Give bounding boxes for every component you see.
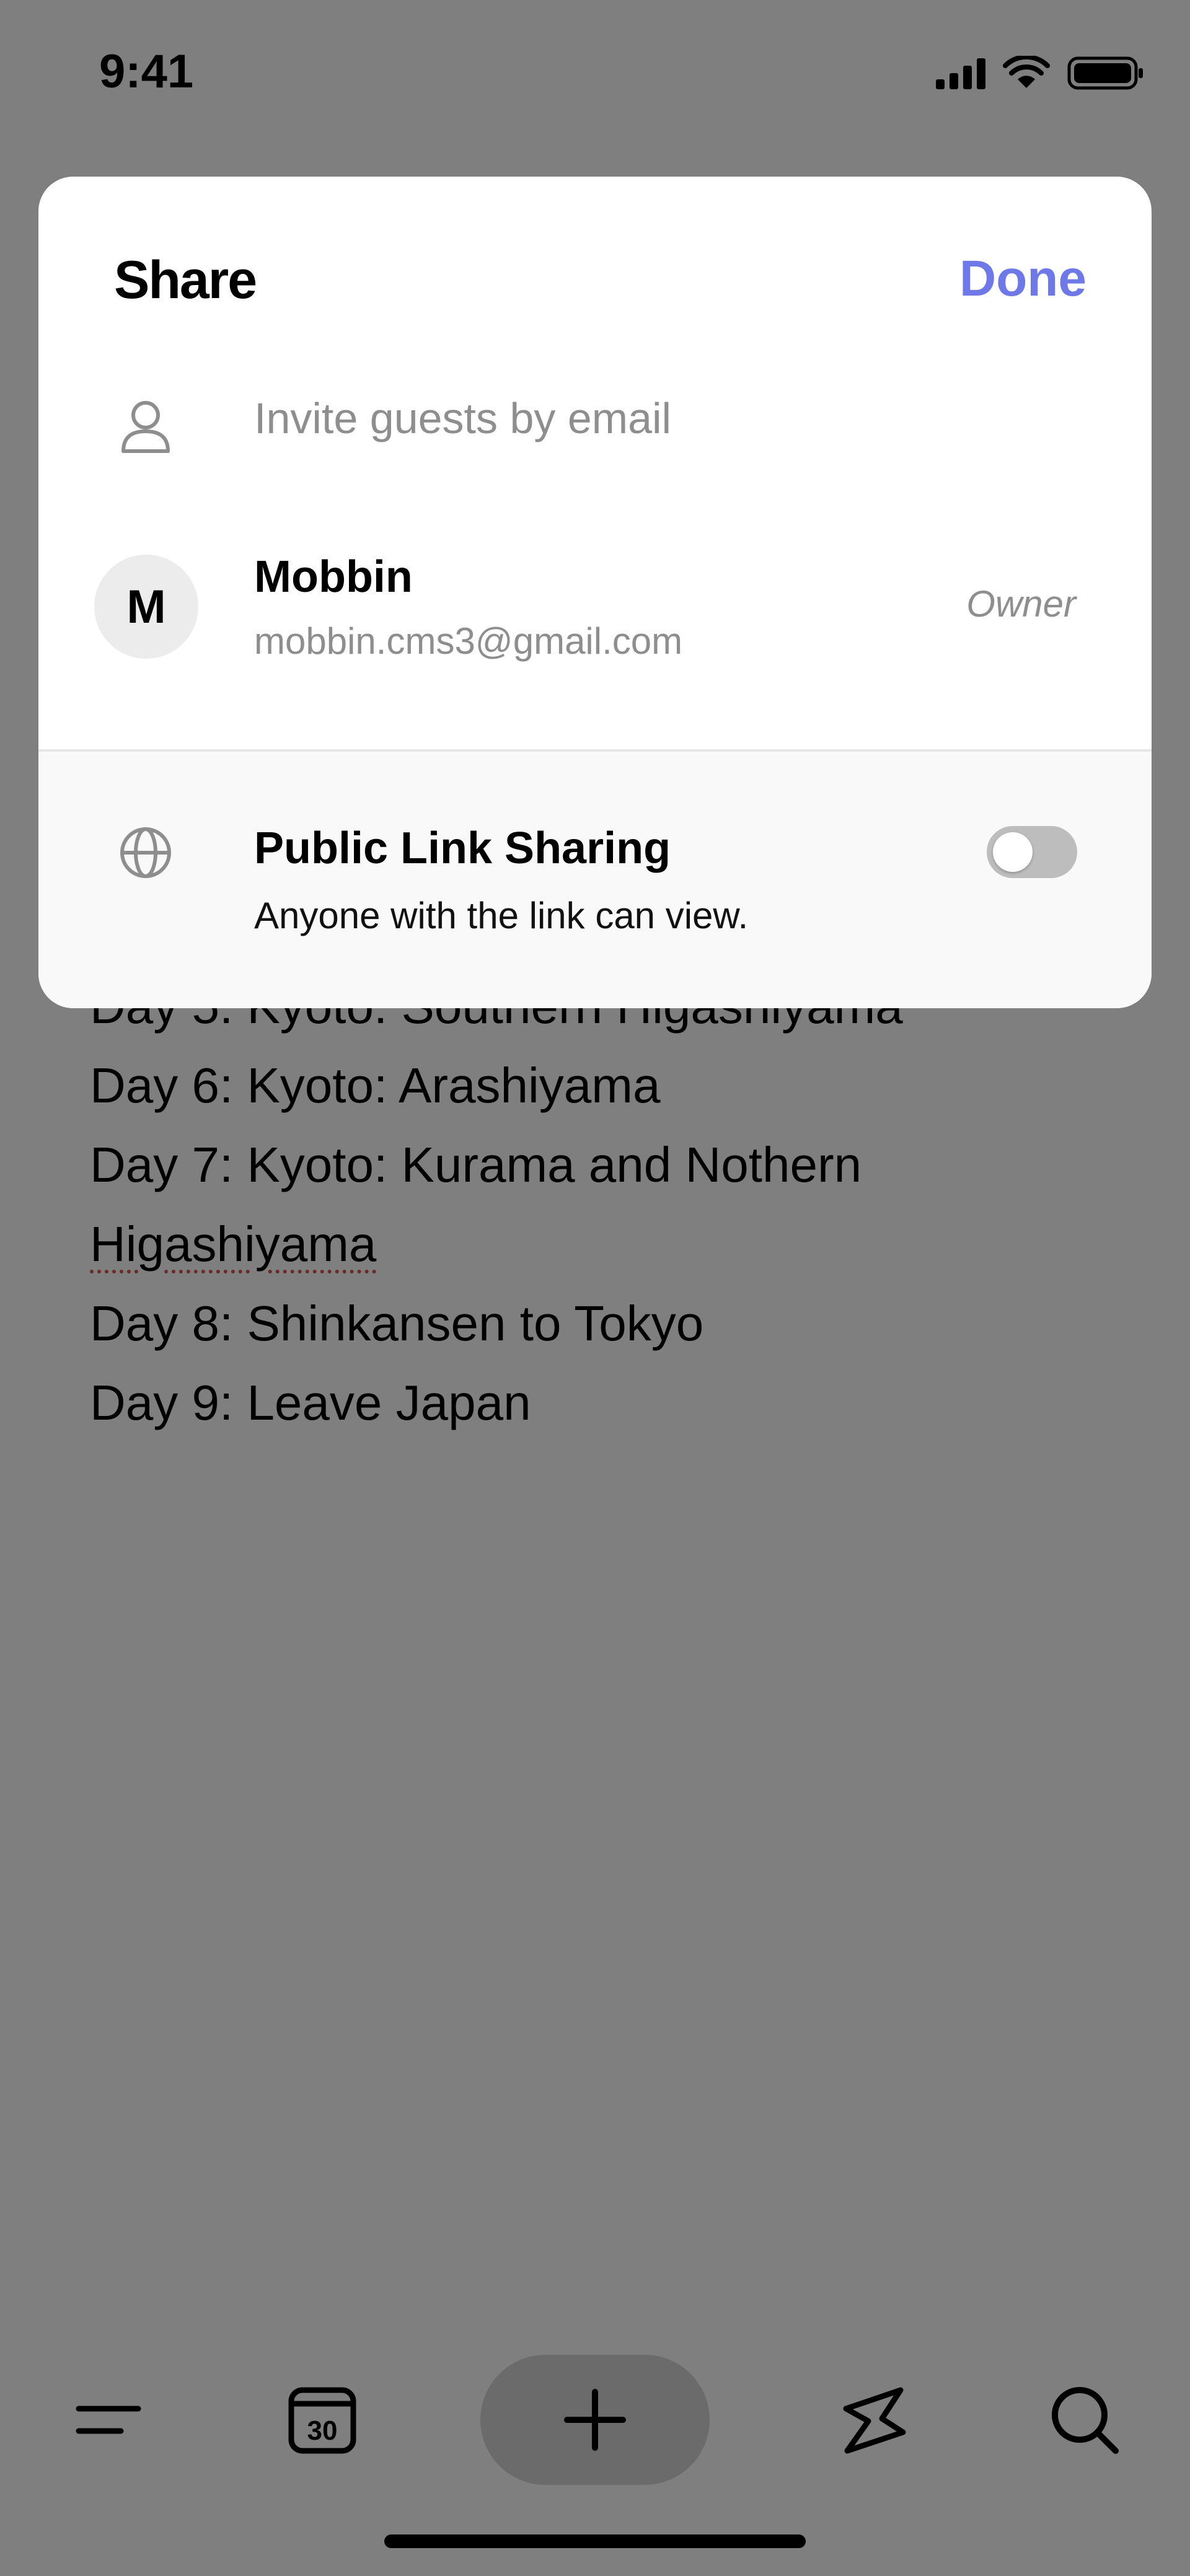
home-indicator (384, 2534, 806, 2548)
done-button[interactable]: Done (959, 250, 1086, 308)
public-link-description: Anyone with the link can view. (254, 895, 749, 936)
member-name: Mobbin (254, 552, 413, 602)
person-icon (121, 401, 170, 453)
globe-icon (120, 827, 171, 878)
member-email: mobbin.cms3@gmail.com (254, 620, 683, 662)
public-link-toggle[interactable] (987, 826, 1077, 878)
share-sheet: Share Done M Mobbin mobbin.cms3@gmail.co… (38, 177, 1152, 1008)
public-link-section: Public Link Sharing Anyone with the link… (38, 752, 1152, 1008)
avatar: M (94, 555, 198, 659)
share-title: Share (114, 250, 257, 310)
public-link-title: Public Link Sharing (254, 824, 671, 873)
member-role: Owner (966, 583, 1076, 625)
toggle-knob (993, 832, 1033, 872)
invite-email-input[interactable] (254, 384, 1060, 452)
